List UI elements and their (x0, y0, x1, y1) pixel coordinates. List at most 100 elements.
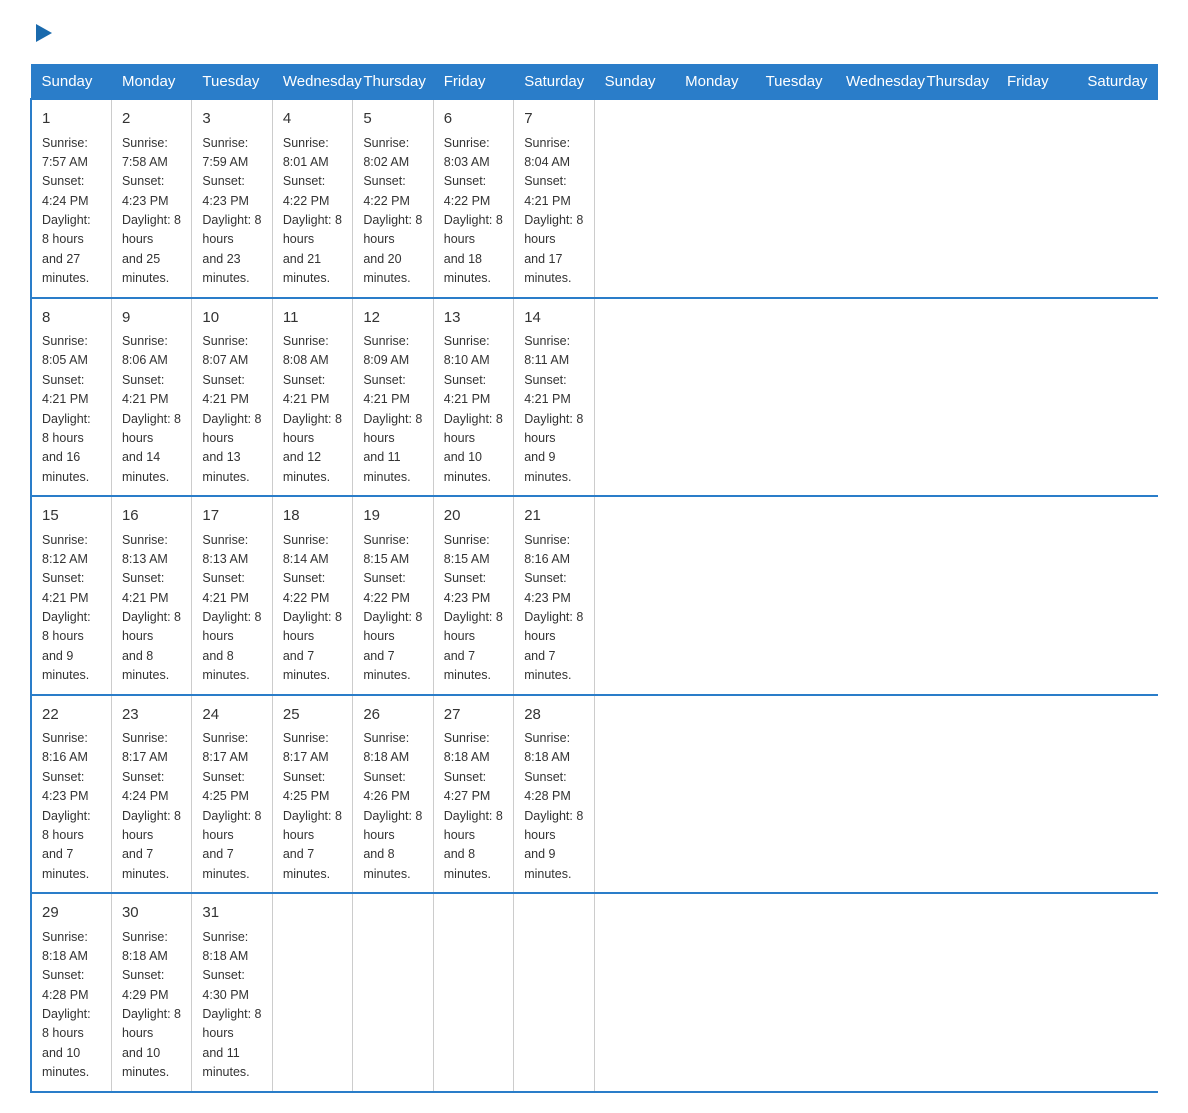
day-info: Sunrise: 8:16 AMSunset: 4:23 PMDaylight:… (524, 531, 583, 686)
day-number: 11 (283, 307, 342, 330)
day-number: 25 (283, 704, 342, 727)
day-info: Sunrise: 8:10 AMSunset: 4:21 PMDaylight:… (444, 332, 503, 487)
day-number: 13 (444, 307, 503, 330)
calendar-cell: 11Sunrise: 8:08 AMSunset: 4:21 PMDayligh… (272, 298, 352, 497)
day-number: 7 (524, 108, 583, 131)
day-info: Sunrise: 8:05 AMSunset: 4:21 PMDaylight:… (42, 332, 101, 487)
day-number: 29 (42, 902, 101, 925)
header-friday: Friday (433, 65, 513, 100)
calendar-cell: 7 Sunrise: 8:04 AMSunset: 4:21 PMDaylight… (514, 99, 594, 298)
day-info: Sunrise: 8:13 AMSunset: 4:21 PMDaylight:… (122, 531, 181, 686)
day-info: Sunrise: 8:04 AMSunset: 4:21 PMDaylight:… (524, 134, 583, 289)
calendar-cell: 30Sunrise: 8:18 AMSunset: 4:29 PMDayligh… (111, 893, 191, 1092)
day-number: 6 (444, 108, 503, 131)
day-info: Sunrise: 8:17 AMSunset: 4:24 PMDaylight:… (122, 729, 181, 884)
day-info: Sunrise: 8:18 AMSunset: 4:30 PMDaylight:… (202, 928, 261, 1083)
week-row-2: 8Sunrise: 8:05 AMSunset: 4:21 PMDaylight… (31, 298, 1158, 497)
calendar-cell: 17 Sunrise: 8:13 AMSunset: 4:21 PMDayligh… (192, 496, 272, 695)
day-info: Sunrise: 8:15 AMSunset: 4:22 PMDaylight:… (363, 531, 422, 686)
day-number: 17 (202, 505, 261, 528)
day-info: Sunrise: 8:06 AMSunset: 4:21 PMDaylight:… (122, 332, 181, 487)
calendar-cell: 25Sunrise: 8:17 AMSunset: 4:25 PMDayligh… (272, 695, 352, 894)
day-info: Sunrise: 8:15 AMSunset: 4:23 PMDaylight:… (444, 531, 503, 686)
calendar-header-row: SundayMondayTuesdayWednesdayThursdayFrid… (31, 65, 1158, 100)
day-info: Sunrise: 8:13 AMSunset: 4:21 PMDaylight:… (202, 531, 261, 686)
day-info: Sunrise: 8:12 AMSunset: 4:21 PMDaylight:… (42, 531, 101, 686)
day-info: Sunrise: 8:01 AMSunset: 4:22 PMDaylight:… (283, 134, 342, 289)
day-number: 3 (202, 108, 261, 131)
day-info: Sunrise: 8:18 AMSunset: 4:28 PMDaylight:… (524, 729, 583, 884)
day-number: 21 (524, 505, 583, 528)
calendar-cell: 14Sunrise: 8:11 AMSunset: 4:21 PMDayligh… (514, 298, 594, 497)
calendar-cell: 28Sunrise: 8:18 AMSunset: 4:28 PMDayligh… (514, 695, 594, 894)
week-row-4: 22Sunrise: 8:16 AMSunset: 4:23 PMDayligh… (31, 695, 1158, 894)
day-info: Sunrise: 8:16 AMSunset: 4:23 PMDaylight:… (42, 729, 101, 884)
header-sunday: Sunday (594, 65, 674, 100)
calendar-cell: 21 Sunrise: 8:16 AMSunset: 4:23 PMDayligh… (514, 496, 594, 695)
header-thursday: Thursday (353, 65, 433, 100)
page-header (30, 20, 1158, 44)
day-info: Sunrise: 8:18 AMSunset: 4:26 PMDaylight:… (363, 729, 422, 884)
calendar-cell: 1Sunrise: 7:57 AMSunset: 4:24 PMDaylight… (31, 99, 111, 298)
header-saturday: Saturday (514, 65, 594, 100)
calendar-cell: 2 Sunrise: 7:58 AMSunset: 4:23 PMDaylight… (111, 99, 191, 298)
header-tuesday: Tuesday (755, 65, 835, 100)
header-friday: Friday (996, 65, 1076, 100)
calendar-cell: 26Sunrise: 8:18 AMSunset: 4:26 PMDayligh… (353, 695, 433, 894)
day-number: 4 (283, 108, 342, 131)
header-monday: Monday (675, 65, 755, 100)
calendar-cell: 22Sunrise: 8:16 AMSunset: 4:23 PMDayligh… (31, 695, 111, 894)
calendar-cell: 4 Sunrise: 8:01 AMSunset: 4:22 PMDaylight… (272, 99, 352, 298)
calendar-cell: 24Sunrise: 8:17 AMSunset: 4:25 PMDayligh… (192, 695, 272, 894)
calendar-table: SundayMondayTuesdayWednesdayThursdayFrid… (30, 64, 1158, 1093)
day-number: 28 (524, 704, 583, 727)
day-number: 27 (444, 704, 503, 727)
day-number: 20 (444, 505, 503, 528)
day-number: 31 (202, 902, 261, 925)
day-number: 2 (122, 108, 181, 131)
day-number: 23 (122, 704, 181, 727)
header-tuesday: Tuesday (192, 65, 272, 100)
logo (30, 20, 54, 44)
day-number: 9 (122, 307, 181, 330)
header-sunday: Sunday (31, 65, 111, 100)
day-info: Sunrise: 7:59 AMSunset: 4:23 PMDaylight:… (202, 134, 261, 289)
calendar-cell: 18 Sunrise: 8:14 AMSunset: 4:22 PMDayligh… (272, 496, 352, 695)
day-info: Sunrise: 7:58 AMSunset: 4:23 PMDaylight:… (122, 134, 181, 289)
day-info: Sunrise: 8:11 AMSunset: 4:21 PMDaylight:… (524, 332, 583, 487)
header-saturday: Saturday (1077, 65, 1158, 100)
day-info: Sunrise: 8:18 AMSunset: 4:27 PMDaylight:… (444, 729, 503, 884)
calendar-cell: 15Sunrise: 8:12 AMSunset: 4:21 PMDayligh… (31, 496, 111, 695)
calendar-cell: 5Sunrise: 8:02 AMSunset: 4:22 PMDaylight… (353, 99, 433, 298)
day-info: Sunrise: 8:14 AMSunset: 4:22 PMDaylight:… (283, 531, 342, 686)
calendar-cell: 8Sunrise: 8:05 AMSunset: 4:21 PMDaylight… (31, 298, 111, 497)
day-number: 12 (363, 307, 422, 330)
day-number: 10 (202, 307, 261, 330)
calendar-cell: 6 Sunrise: 8:03 AMSunset: 4:22 PMDaylight… (433, 99, 513, 298)
calendar-cell: 29 Sunrise: 8:18 AMSunset: 4:28 PMDayligh… (31, 893, 111, 1092)
day-number: 26 (363, 704, 422, 727)
calendar-cell (514, 893, 594, 1092)
day-info: Sunrise: 8:03 AMSunset: 4:22 PMDaylight:… (444, 134, 503, 289)
header-monday: Monday (111, 65, 191, 100)
calendar-cell: 20 Sunrise: 8:15 AMSunset: 4:23 PMDayligh… (433, 496, 513, 695)
day-number: 1 (42, 108, 101, 131)
day-number: 14 (524, 307, 583, 330)
day-info: Sunrise: 8:17 AMSunset: 4:25 PMDaylight:… (283, 729, 342, 884)
calendar-cell: 13Sunrise: 8:10 AMSunset: 4:21 PMDayligh… (433, 298, 513, 497)
day-info: Sunrise: 8:02 AMSunset: 4:22 PMDaylight:… (363, 134, 422, 289)
day-number: 18 (283, 505, 342, 528)
calendar-cell (433, 893, 513, 1092)
calendar-cell: 27Sunrise: 8:18 AMSunset: 4:27 PMDayligh… (433, 695, 513, 894)
header-thursday: Thursday (916, 65, 996, 100)
header-wednesday: Wednesday (836, 65, 916, 100)
calendar-cell (272, 893, 352, 1092)
calendar-cell: 3 Sunrise: 7:59 AMSunset: 4:23 PMDaylight… (192, 99, 272, 298)
calendar-cell: 10Sunrise: 8:07 AMSunset: 4:21 PMDayligh… (192, 298, 272, 497)
day-info: Sunrise: 8:17 AMSunset: 4:25 PMDaylight:… (202, 729, 261, 884)
day-number: 22 (42, 704, 101, 727)
calendar-cell: 16Sunrise: 8:13 AMSunset: 4:21 PMDayligh… (111, 496, 191, 695)
day-info: Sunrise: 8:18 AMSunset: 4:28 PMDaylight:… (42, 928, 101, 1083)
day-number: 30 (122, 902, 181, 925)
day-number: 24 (202, 704, 261, 727)
